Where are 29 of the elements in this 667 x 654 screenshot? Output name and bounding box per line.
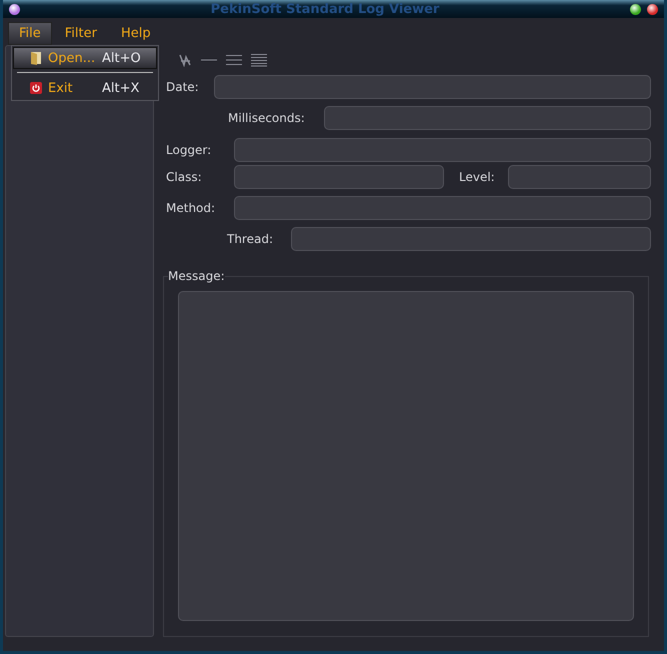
lines-icon[interactable]	[251, 53, 267, 67]
window-title: PekinSoft Standard Log Viewer	[210, 2, 440, 16]
menu-item[interactable]: Filter	[54, 22, 108, 45]
thread-field[interactable]	[291, 227, 651, 251]
scribble-icon[interactable]	[178, 53, 192, 67]
menu-item[interactable]: Exit Alt+X	[13, 77, 157, 99]
field-label: Level:	[458, 170, 496, 184]
menu-item[interactable]: Open... Alt+O	[13, 47, 157, 69]
logger-field[interactable]	[234, 138, 651, 162]
door-icon	[30, 51, 42, 65]
field-label: Thread:	[226, 232, 274, 246]
power-icon	[30, 82, 42, 94]
class-field[interactable]	[234, 165, 444, 189]
date-field[interactable]	[214, 75, 651, 99]
field-label: Method:	[165, 201, 216, 215]
method-field[interactable]	[234, 196, 651, 220]
menu-item[interactable]: File	[8, 22, 52, 45]
maximize-icon[interactable]	[630, 4, 641, 14]
milliseconds-field[interactable]	[324, 106, 651, 130]
window-menu-icon[interactable]	[9, 4, 20, 14]
field-label: Date:	[165, 80, 200, 94]
field-label: Logger:	[165, 143, 212, 157]
field-label: Class:	[165, 170, 203, 184]
lines-icon[interactable]	[226, 53, 242, 67]
menu-item[interactable]: Help	[110, 22, 162, 45]
close-icon[interactable]	[647, 4, 658, 14]
group-label: Message:	[168, 269, 225, 283]
level-field[interactable]	[508, 165, 651, 189]
field-label: Milliseconds:	[227, 111, 306, 125]
